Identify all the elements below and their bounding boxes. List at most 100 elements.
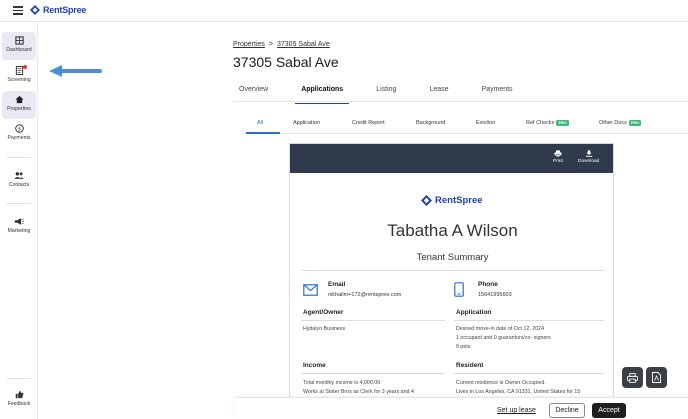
income-line: Total monthly income is 4,000.00 <box>303 380 381 386</box>
email-block: Email nikhailm+172@rentspree.com <box>303 281 401 298</box>
tab-applications[interactable]: Applications <box>295 82 350 104</box>
subtab-background[interactable]: Background <box>416 120 445 126</box>
sidebar-item-marketing[interactable]: Marketing <box>2 213 36 241</box>
section-divider <box>301 320 445 321</box>
resident-line: Current residence is Owner Occupied. <box>456 380 546 386</box>
notification-dot <box>23 65 27 69</box>
subtitle-divider <box>301 270 604 271</box>
brand-name: RentSpree <box>43 5 87 15</box>
section-divider <box>301 373 445 374</box>
download-button[interactable]: Download <box>578 150 599 164</box>
tab-listing[interactable]: Listing <box>370 82 402 101</box>
subtab-credit-report[interactable]: Credit Report <box>352 120 385 126</box>
sidebar-item-dashboard[interactable]: Dashboard <box>2 32 36 60</box>
subtab-label: Other Docs <box>599 120 627 126</box>
float-pdf-button[interactable] <box>646 367 667 388</box>
top-bar: RentSpree <box>0 0 688 22</box>
section-divider <box>454 320 604 321</box>
set-up-lease-link[interactable]: Set up lease <box>497 407 536 414</box>
download-icon <box>585 150 592 157</box>
floating-actions <box>622 367 667 388</box>
pdf-file-icon <box>652 372 661 383</box>
application-text: Desired move-in date of Oct 12, 2024 1 o… <box>456 325 551 352</box>
tab-overview[interactable]: Overview <box>233 82 274 101</box>
sidebar-divider <box>7 157 31 158</box>
phone-block: Phone 15641995603 <box>454 281 512 298</box>
print-icon <box>554 150 562 157</box>
download-label: Download <box>578 159 600 164</box>
subtab-eviction[interactable]: Eviction <box>476 120 495 126</box>
print-icon <box>627 372 638 383</box>
page-title: 37305 Sabal Ave <box>233 54 339 70</box>
breadcrumb-properties-link[interactable]: Properties <box>233 41 265 48</box>
phone-icon <box>454 282 464 297</box>
subtab-active-indicator <box>246 132 280 134</box>
thumbs-up-icon <box>15 390 23 399</box>
income-line: Works at Stater Bros as Clerk for 3 year… <box>303 389 414 395</box>
float-print-button[interactable] <box>622 367 643 388</box>
pointer-arrow-icon <box>49 65 102 77</box>
resident-line: Lives in Los Angeles, CA 91331, United S… <box>456 389 581 395</box>
brand-logo[interactable]: RentSpree <box>30 5 86 15</box>
tab-payments[interactable]: Payments <box>476 82 519 101</box>
agent-owner-heading: Agent/Owner <box>303 309 344 316</box>
breadcrumb-separator: > <box>268 41 273 48</box>
sidebar-item-contacts[interactable]: Contacts <box>2 167 36 195</box>
phone-label: Phone <box>478 281 498 288</box>
home-icon <box>14 95 24 104</box>
breadcrumb: Properties > 37305 Sabal Ave <box>233 41 330 48</box>
sidebar-item-label: Dashboard <box>6 47 32 53</box>
tabs-divider <box>233 101 688 102</box>
application-line: 1 occupant and 0 guarantors/co- signers <box>456 335 551 341</box>
subtab-ref-checks[interactable]: Ref Checks PRO <box>526 120 569 126</box>
decline-button[interactable]: Decline <box>549 403 585 418</box>
sidebar-item-label: Contacts <box>8 182 30 188</box>
subtab-label: Eviction <box>476 120 496 126</box>
dashboard-icon <box>14 36 24 45</box>
resident-heading: Resident <box>456 362 484 369</box>
applicant-name: Tabatha A Wilson <box>387 221 518 240</box>
sidebar-item-label: Payments <box>7 135 31 141</box>
subtab-label: Background <box>416 120 446 126</box>
accept-button[interactable]: Accept <box>592 403 626 418</box>
dollar-icon: $ <box>14 124 24 133</box>
tab-lease[interactable]: Lease <box>423 82 454 101</box>
report-toolbar: Print Download <box>290 144 613 173</box>
resident-text: Current residence is Owner Occupied. Liv… <box>456 379 580 397</box>
application-action-bar: Set up lease Decline Accept <box>234 397 688 419</box>
report-subtitle: Tenant Summary <box>416 252 489 263</box>
sidebar-item-screening[interactable]: Screening <box>2 62 36 90</box>
sidebar-item-label: Screening <box>7 77 31 83</box>
subtab-application[interactable]: Application <box>293 120 320 126</box>
menu-icon[interactable] <box>13 6 23 15</box>
email-icon <box>303 284 318 296</box>
print-label: Print <box>553 159 563 164</box>
subtab-all[interactable]: All <box>257 120 263 126</box>
email-value: nikhailm+172@rentspree.com <box>328 292 402 298</box>
income-heading: Income <box>303 362 326 369</box>
tenant-summary-report: Print Download RentSpree Tabatha A Wilso… <box>289 143 614 419</box>
sidebar-divider <box>7 203 31 204</box>
contacts-icon <box>14 172 24 179</box>
breadcrumb-current-link[interactable]: 37305 Sabal Ave <box>277 41 330 48</box>
sidebar-item-label: Properties <box>7 106 31 112</box>
application-line: 0 pets <box>456 344 471 350</box>
sidebar-item-payments[interactable]: $ Payments <box>2 120 36 148</box>
report-subtabs: All Application Credit Report Background… <box>243 116 688 133</box>
subtab-other-docs[interactable]: Other Docs PRO <box>599 120 642 126</box>
email-label: Email <box>328 281 346 288</box>
sidebar-divider <box>7 378 31 379</box>
subtab-label: Application <box>293 120 320 126</box>
sidebar-item-feedback[interactable]: Feedback <box>2 386 36 414</box>
subtabs-divider <box>243 133 688 134</box>
report-logo-text: RentSpree <box>435 195 483 206</box>
sidebar-item-label: Marketing <box>7 228 31 234</box>
print-button[interactable]: Print <box>553 150 563 164</box>
sidebar-item-properties[interactable]: Properties <box>2 91 36 119</box>
agent-owner-line: Hydalyn Business <box>303 326 346 332</box>
phone-value: 15641995603 <box>478 292 512 298</box>
subtab-label: Credit Report <box>352 120 385 126</box>
svg-text:$: $ <box>17 127 20 133</box>
report-logo: RentSpree <box>421 195 483 206</box>
application-line: Desired move-in date of Oct 12, 2024 <box>456 326 545 332</box>
